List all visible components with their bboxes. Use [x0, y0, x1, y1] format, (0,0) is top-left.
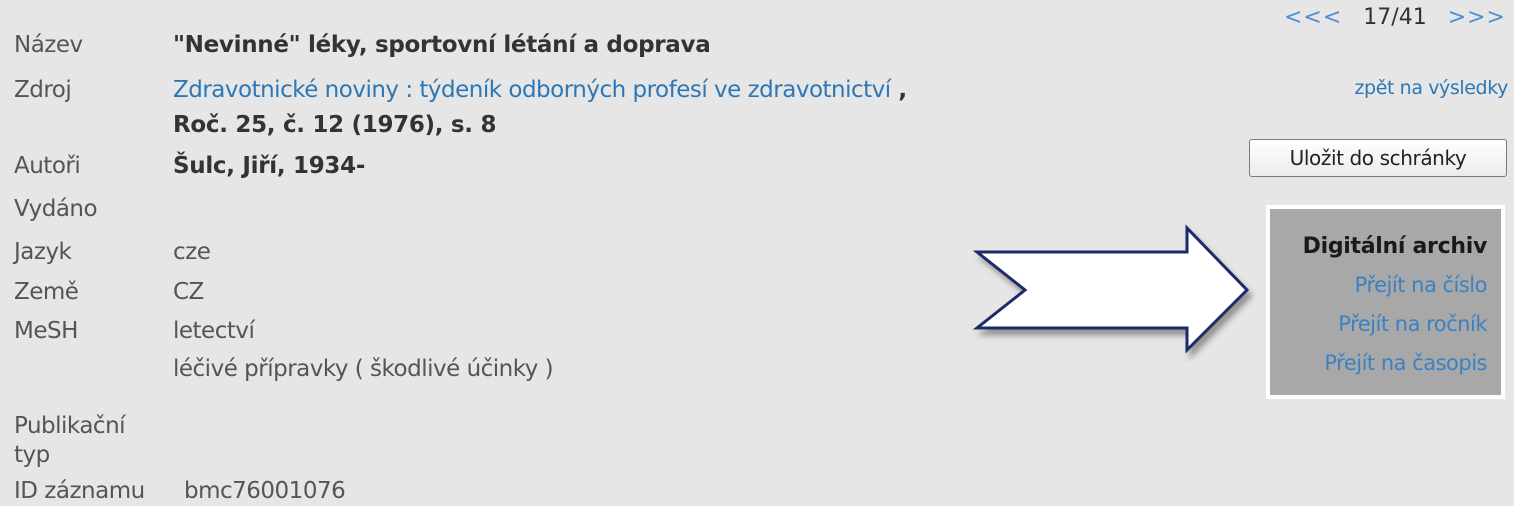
- mesh-term: léčivé přípravky ( škodlivé účinky ): [173, 356, 554, 382]
- digital-archive-title: Digitální archiv: [1302, 234, 1488, 259]
- record-detail-panel: Název "Nevinné" léky, sportovní létání a…: [0, 0, 1514, 506]
- right-arrow-icon: [972, 224, 1250, 354]
- previous-record-link[interactable]: <<<: [1284, 5, 1342, 30]
- source-value: Zdravotnické noviny : týdeník odborných …: [173, 70, 907, 110]
- field-label: MeSH: [14, 318, 78, 344]
- digital-archive-box: Digitální archiv Přejít na číslo Přejít …: [1266, 205, 1505, 399]
- source-detail: Roč. 25, č. 12 (1976), s. 8: [173, 112, 497, 138]
- record-position: 17/41: [1363, 5, 1427, 30]
- authors-value: Šulc, Jiří, 1934-: [173, 153, 366, 179]
- go-to-journal-link[interactable]: Přejít na časopis: [1270, 344, 1487, 383]
- country-value: CZ: [173, 279, 204, 305]
- back-to-results-link[interactable]: zpět na výsledky: [1354, 77, 1508, 99]
- record-title: "Nevinné" léky, sportovní létání a dopra…: [173, 32, 711, 58]
- field-label: Země: [14, 279, 79, 305]
- record-id-value: bmc76001076: [184, 478, 346, 504]
- field-label: Autoři: [14, 153, 81, 179]
- field-label: Jazyk: [14, 239, 72, 265]
- language-value: cze: [173, 239, 211, 265]
- field-label: Zdroj: [14, 77, 72, 103]
- next-record-link[interactable]: >>>: [1448, 5, 1506, 30]
- save-to-clipboard-button[interactable]: Uložit do schránky: [1249, 139, 1507, 177]
- field-label: typ: [14, 442, 50, 468]
- source-journal-link[interactable]: Zdravotnické noviny : týdeník odborných …: [173, 77, 891, 103]
- field-label: ID záznamu: [14, 478, 145, 504]
- field-label: Název: [14, 32, 83, 58]
- mesh-term: letectví: [173, 318, 255, 344]
- go-to-issue-link[interactable]: Přejít na číslo: [1270, 266, 1488, 305]
- go-to-volume-link[interactable]: Přejít na ročník: [1270, 305, 1487, 344]
- field-label: Vydáno: [14, 196, 98, 222]
- source-comma: ,: [890, 77, 907, 103]
- result-pager: <<< 17/41 >>>: [1284, 5, 1506, 30]
